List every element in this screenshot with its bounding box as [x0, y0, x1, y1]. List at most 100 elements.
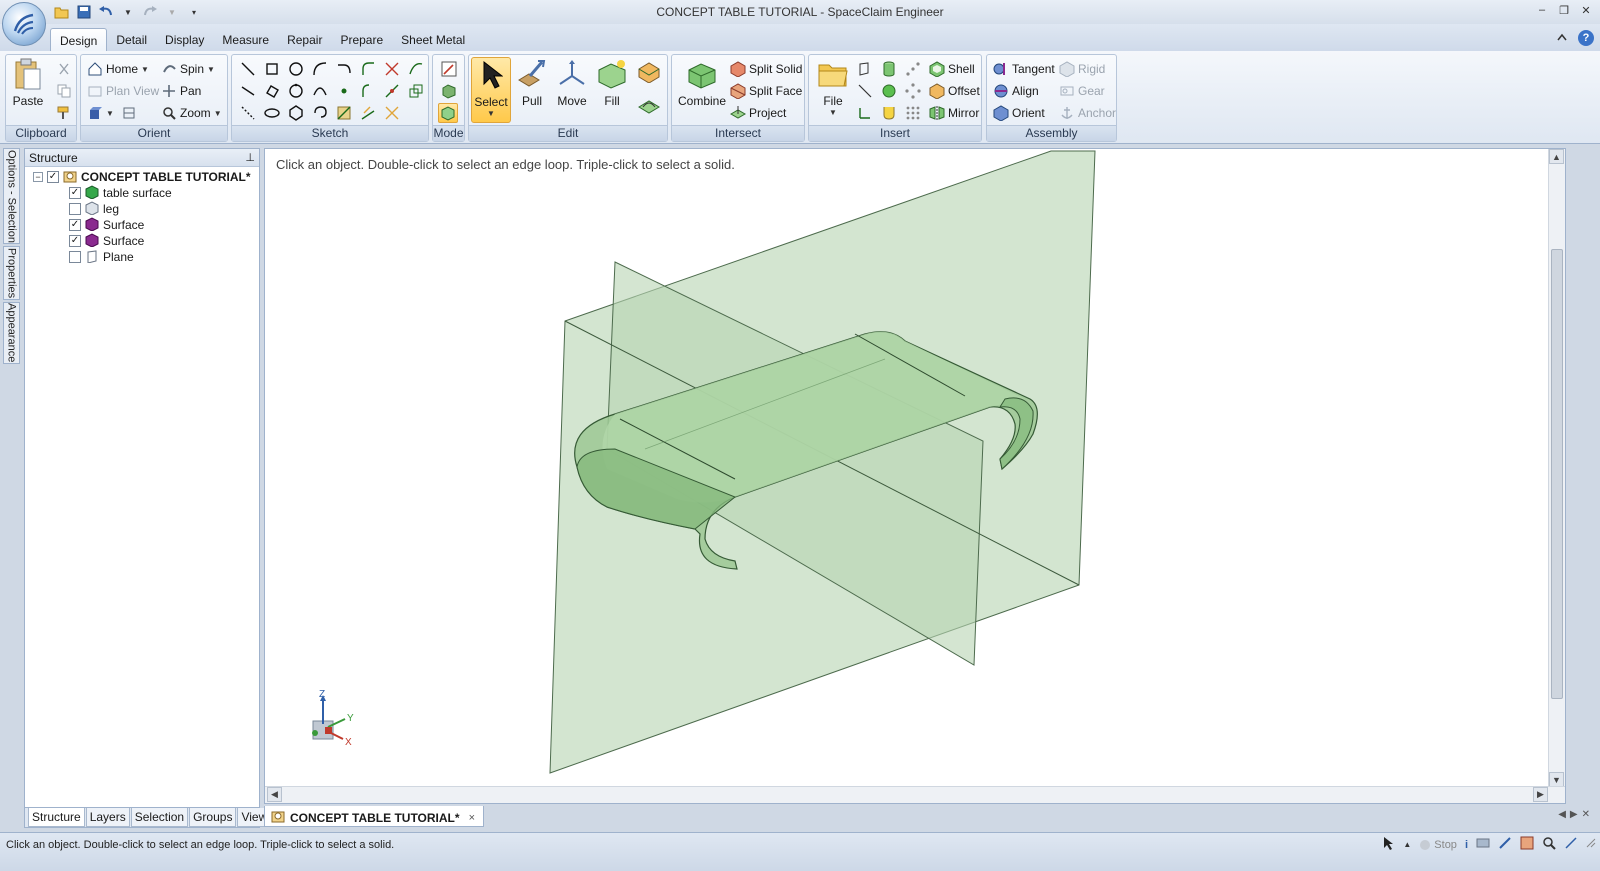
combine-button[interactable]: Combine: [678, 57, 726, 123]
vertical-scroll-thumb[interactable]: [1551, 249, 1563, 699]
panel-tab-structure[interactable]: Structure: [28, 808, 85, 827]
split-solid-button[interactable]: Split Solid: [730, 59, 802, 79]
spin-button[interactable]: Spin ▼: [161, 59, 215, 79]
tab-prepare[interactable]: Prepare: [331, 28, 392, 51]
panel-tab-groups[interactable]: Groups: [189, 808, 237, 827]
circle-tool-icon[interactable]: [286, 59, 306, 79]
line-tool-icon[interactable]: [238, 59, 258, 79]
three-point-circle-icon[interactable]: [286, 81, 306, 101]
application-menu-button[interactable]: [2, 2, 46, 46]
create-corner-icon[interactable]: [358, 59, 378, 79]
spline-tool-icon[interactable]: [406, 59, 426, 79]
align-button[interactable]: Align: [993, 81, 1039, 101]
panel-tab-selection[interactable]: Selection: [130, 808, 189, 827]
home-dropdown-icon[interactable]: ▼: [141, 65, 149, 74]
project-button[interactable]: Project: [730, 103, 786, 123]
scroll-down-icon[interactable]: ▼: [1549, 772, 1564, 787]
tree-item[interactable]: leg: [69, 200, 119, 217]
redo-icon[interactable]: [140, 3, 160, 21]
tree-root[interactable]: − ✓ CONCEPT TABLE TUTORIAL*: [33, 169, 251, 185]
tree-item[interactable]: ✓ Surface: [69, 232, 144, 249]
zoom-status-icon[interactable]: [1542, 836, 1556, 853]
polygon-tool-icon[interactable]: [286, 103, 306, 123]
help-icon[interactable]: ?: [1578, 30, 1594, 46]
info-icon[interactable]: i: [1465, 839, 1468, 851]
fill-pattern-icon[interactable]: [903, 103, 923, 123]
document-tab[interactable]: CONCEPT TABLE TUTORIAL* ×: [264, 806, 484, 827]
paste-button[interactable]: Paste: [8, 57, 48, 123]
tab-design[interactable]: Design: [50, 28, 108, 51]
restore-button[interactable]: ❐: [1554, 2, 1574, 18]
shell-button[interactable]: Shell: [929, 59, 975, 79]
snap-view-icon[interactable]: [121, 105, 137, 121]
design-viewport[interactable]: Z Y X Click an object. Double-click to s…: [264, 148, 1566, 804]
root-visibility-checkbox[interactable]: ✓: [47, 171, 59, 183]
tab-detail[interactable]: Detail: [107, 28, 156, 51]
ellipse-tool-icon[interactable]: [262, 103, 282, 123]
plane-visibility-checkbox[interactable]: [69, 251, 81, 263]
view-cube-dropdown-icon[interactable]: ▼: [106, 109, 114, 118]
cut-icon[interactable]: [54, 59, 74, 79]
select-button[interactable]: Select ▼: [471, 57, 511, 123]
three-point-rectangle-icon[interactable]: [262, 81, 282, 101]
tree-item[interactable]: ✓ table surface: [69, 184, 172, 201]
file-dropdown-icon[interactable]: ▼: [829, 108, 837, 117]
insert-file-button[interactable]: File ▼: [813, 57, 853, 123]
tangent-button[interactable]: Tangent: [993, 59, 1055, 79]
leg-visibility-checkbox[interactable]: [69, 203, 81, 215]
pan-button[interactable]: Pan: [161, 81, 201, 101]
projection-icon[interactable]: [310, 103, 330, 123]
tangent-arc-tool-icon[interactable]: [334, 59, 354, 79]
zoom-dropdown-icon[interactable]: ▼: [214, 109, 222, 118]
sweep-arc-tool-icon[interactable]: [310, 59, 330, 79]
replace-face-icon[interactable]: [636, 59, 662, 85]
resize-grip-icon[interactable]: [1586, 838, 1596, 851]
vertical-scrollbar[interactable]: ▲ ▼: [1548, 149, 1565, 787]
spin-dropdown-icon[interactable]: ▼: [207, 65, 215, 74]
side-tab-options-selection[interactable]: Options - Selection: [3, 148, 20, 244]
3d-mode-icon[interactable]: [438, 103, 458, 123]
display-style-icon[interactable]: [1498, 836, 1512, 853]
format-painter-icon[interactable]: [54, 103, 74, 123]
three-point-arc-icon[interactable]: [310, 81, 330, 101]
surface-1-visibility-checkbox[interactable]: ✓: [69, 219, 81, 231]
scroll-right-icon[interactable]: ▶: [1533, 787, 1548, 802]
move-button[interactable]: Move: [552, 57, 592, 123]
orient-button[interactable]: Orient: [993, 103, 1045, 123]
side-tab-appearance[interactable]: Appearance: [3, 302, 20, 364]
fill-button[interactable]: Fill: [592, 57, 632, 123]
panel-tab-layers[interactable]: Layers: [85, 808, 130, 827]
sketch-status-icon[interactable]: [1564, 836, 1578, 853]
split-face-button[interactable]: Split Face: [730, 81, 802, 101]
rectangle-tool-icon[interactable]: [262, 59, 282, 79]
blend-icon[interactable]: [879, 103, 899, 123]
anchor-button[interactable]: Anchor: [1059, 103, 1116, 123]
table-surface-visibility-checkbox[interactable]: ✓: [69, 187, 81, 199]
section-mode-icon[interactable]: [439, 81, 459, 101]
tree-item[interactable]: ✓ Surface: [69, 216, 144, 233]
tweak-face-icon[interactable]: [636, 93, 662, 119]
surface-2-visibility-checkbox[interactable]: ✓: [69, 235, 81, 247]
split-curve-icon[interactable]: [382, 81, 402, 101]
axis-insert-icon[interactable]: [855, 81, 875, 101]
plan-view-button[interactable]: Plan View: [87, 81, 159, 101]
tab-sheet-metal[interactable]: Sheet Metal: [392, 28, 474, 51]
save-icon[interactable]: [74, 3, 94, 21]
customize-qat-icon[interactable]: ▾: [184, 3, 204, 21]
rigid-button[interactable]: Rigid: [1059, 59, 1105, 79]
linear-pattern-icon[interactable]: [903, 59, 923, 79]
circular-pattern-icon[interactable]: [903, 81, 923, 101]
face-curve-icon[interactable]: [334, 103, 354, 123]
construction-line-icon[interactable]: [238, 103, 258, 123]
redo-dropdown-icon[interactable]: ▼: [162, 3, 182, 21]
undo-icon[interactable]: [96, 3, 116, 21]
select-dropdown-icon[interactable]: ▼: [487, 109, 495, 118]
zoom-button[interactable]: Zoom ▼: [161, 103, 222, 123]
tab-scroll-controls[interactable]: ◀▶✕: [1558, 809, 1594, 820]
view-cube-button[interactable]: ▼: [87, 103, 137, 123]
mirror-button[interactable]: Mirror: [929, 103, 979, 123]
scale-curve-icon[interactable]: [382, 103, 402, 123]
minimize-ribbon-icon[interactable]: [1556, 31, 1568, 45]
cylinder-icon[interactable]: [879, 59, 899, 79]
tab-measure[interactable]: Measure: [213, 28, 278, 51]
